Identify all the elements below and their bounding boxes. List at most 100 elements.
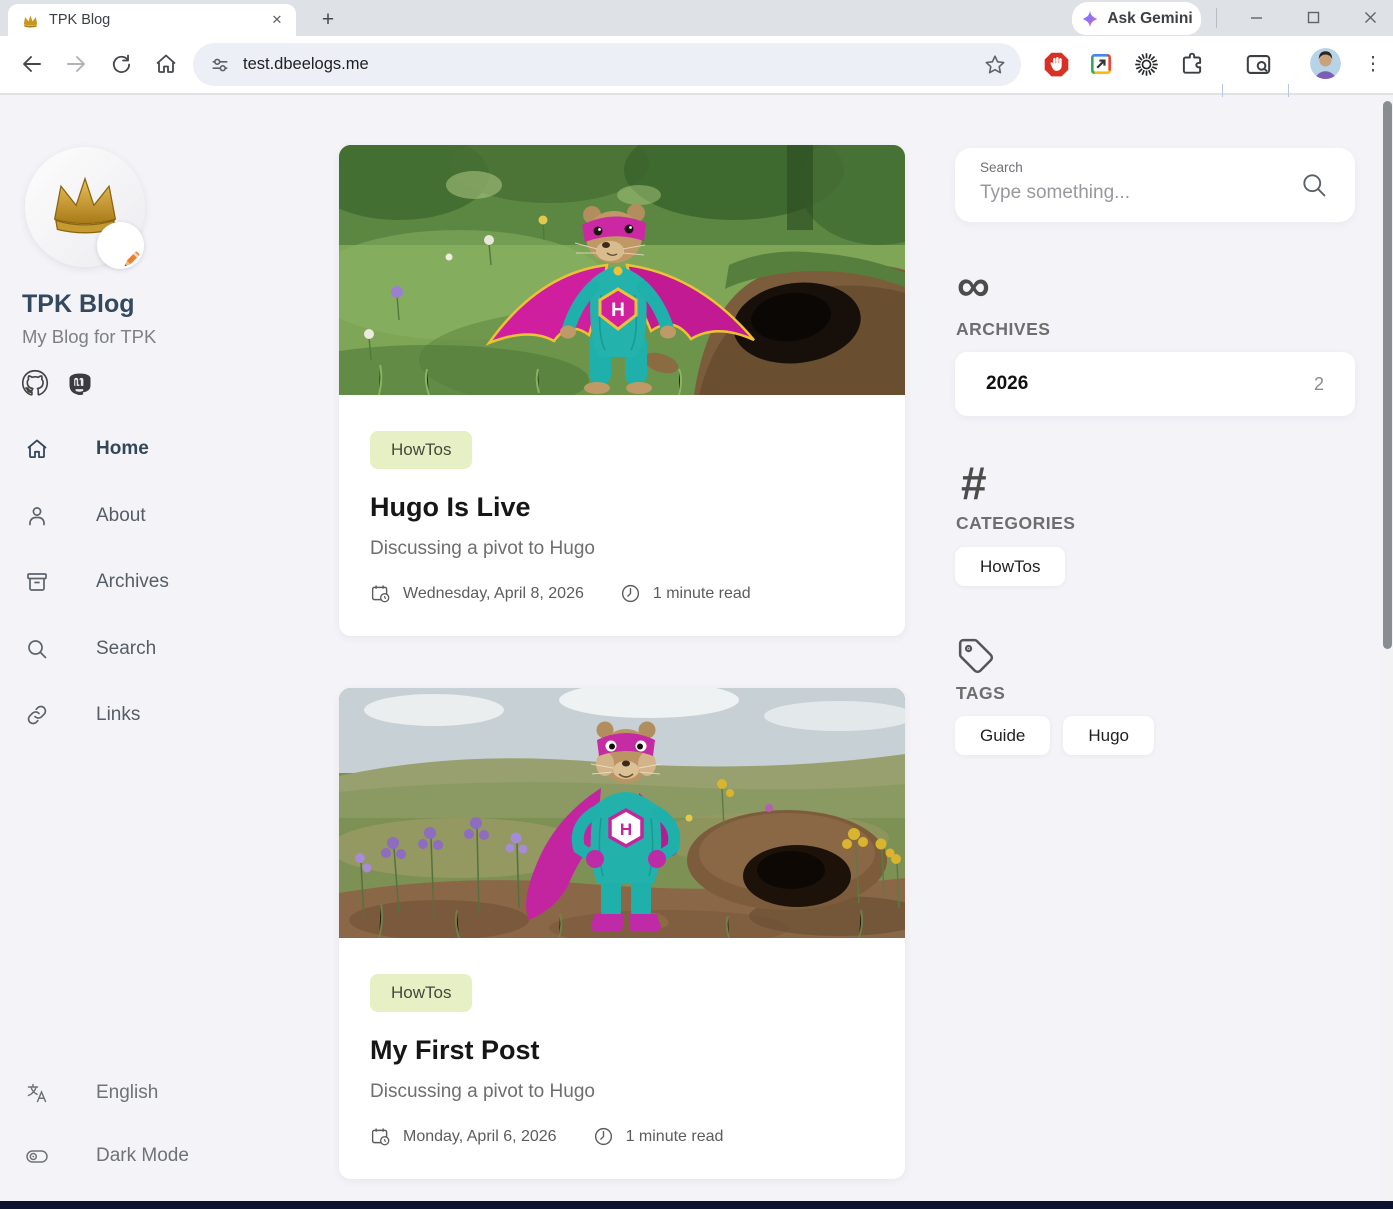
hash-icon: # [961, 461, 987, 505]
profile-avatar[interactable] [1310, 48, 1341, 79]
ask-gemini-button[interactable]: Ask Gemini [1072, 2, 1201, 35]
post-hero-image-meadow: H [339, 145, 905, 395]
post-meta: Wednesday, April 8, 2026 1 minute read [370, 583, 874, 604]
category-badge[interactable]: HowTos [370, 974, 472, 1012]
category-chips: HowTos [955, 547, 1065, 586]
page-scrollbar[interactable] [1382, 97, 1393, 1201]
site-settings-icon[interactable] [209, 54, 231, 76]
reload-button[interactable] [101, 44, 141, 84]
svg-text:H: H [620, 820, 632, 839]
pencil-icon [119, 248, 143, 272]
language-switcher[interactable]: English [0, 1076, 300, 1110]
browser-menu-button[interactable]: ⋮ [1360, 46, 1386, 82]
blog-avatar[interactable] [25, 147, 145, 267]
address-bar[interactable]: test.dbeelogs.me [193, 43, 1021, 86]
post-date: Wednesday, April 8, 2026 [403, 585, 584, 603]
search-label: Search [980, 160, 1023, 175]
image-arrow-icon [1088, 51, 1114, 77]
post-title[interactable]: My First Post [370, 1035, 874, 1066]
blog-page: TPK Blog My Blog for TPK Home About Arch… [0, 97, 1393, 1201]
archive-year: 2026 [986, 373, 1314, 395]
post-body: HowTos My First Post Discussing a pivot … [339, 938, 905, 1179]
github-icon[interactable] [21, 369, 49, 397]
minimize-window-button[interactable] [1233, 0, 1279, 34]
sidebar-item-label: Links [96, 704, 140, 726]
post-card[interactable]: H HowTos Hugo Is Live Discussing a pivot… [339, 145, 905, 636]
sidebar-item-label: Archives [96, 571, 169, 593]
person-icon [25, 504, 49, 528]
blog-subtitle: My Blog for TPK [22, 326, 156, 348]
ask-gemini-label: Ask Gemini [1107, 10, 1192, 28]
post-title[interactable]: Hugo Is Live [370, 492, 874, 523]
stop-hand-icon [1043, 51, 1070, 78]
sidebar-item-about[interactable]: About [0, 498, 300, 534]
tag-chip[interactable]: Guide [955, 716, 1050, 755]
close-window-button[interactable] [1347, 0, 1393, 34]
scrollbar-thumb[interactable] [1383, 101, 1392, 649]
crown-favicon-icon [22, 13, 39, 28]
category-badge[interactable]: HowTos [370, 431, 472, 469]
search-input[interactable] [980, 178, 1280, 208]
home-icon [25, 437, 49, 461]
taskbar-edge [0, 1201, 1393, 1209]
post-read-time: 1 minute read [626, 1128, 724, 1146]
browser-tab[interactable]: TPK Blog ✕ [8, 4, 296, 36]
back-arrow-icon [20, 52, 44, 76]
bookmark-star-icon[interactable] [983, 53, 1007, 77]
calendar-icon [370, 583, 391, 604]
sidebar-item-links[interactable]: Links [0, 697, 300, 733]
close-tab-icon[interactable]: ✕ [268, 11, 286, 29]
search-icon [25, 637, 49, 661]
home-button[interactable] [146, 44, 186, 84]
side-panel-search-icon [1245, 51, 1272, 78]
browser-toolbar: test.dbeelogs.me ⋮ [0, 36, 1393, 95]
search-icon[interactable] [1300, 171, 1328, 199]
url-text[interactable]: test.dbeelogs.me [243, 55, 983, 74]
translate-icon [25, 1081, 49, 1105]
sidebar-item-label: About [96, 505, 146, 527]
sidebar-item-archives[interactable]: Archives [0, 564, 300, 600]
post-card[interactable]: H HowTos My First Post Discussing a pivo… [339, 688, 905, 1179]
blog-title: TPK Blog [22, 290, 135, 319]
maximize-window-button[interactable] [1290, 0, 1336, 34]
post-meta: Monday, April 6, 2026 1 minute read [370, 1126, 874, 1147]
search-widget[interactable]: Search [955, 148, 1355, 222]
sidebar-item-label: Search [96, 638, 156, 660]
tab-strip: TPK Blog ✕ + Ask Gemini [0, 0, 1393, 36]
svg-text:H: H [611, 300, 625, 321]
extensions-menu-button[interactable] [1174, 46, 1210, 82]
burst-icon [1133, 51, 1160, 78]
social-links [21, 369, 94, 397]
post-date: Monday, April 6, 2026 [403, 1128, 557, 1146]
tag-chips: Guide Hugo [955, 716, 1154, 755]
post-read-time: 1 minute read [653, 585, 751, 603]
link-icon [25, 703, 49, 727]
clock-icon [620, 583, 641, 604]
post-body: HowTos Hugo Is Live Discussing a pivot t… [339, 395, 905, 636]
mastodon-icon[interactable] [66, 369, 94, 397]
forward-button[interactable] [56, 44, 96, 84]
tags-heading: TAGS [956, 683, 1005, 704]
tag-icon [957, 637, 995, 675]
home-toolbar-icon [154, 52, 178, 76]
edit-avatar-button[interactable] [97, 222, 144, 269]
archive-year-item[interactable]: 2026 2 [955, 352, 1355, 416]
sidebar-item-home[interactable]: Home [0, 431, 300, 467]
language-label: English [96, 1082, 158, 1104]
tab-title: TPK Blog [49, 12, 268, 28]
post-hero-image-prairie: H [339, 688, 905, 938]
dark-mode-toggle[interactable]: Dark Mode [0, 1139, 300, 1173]
sidebar-item-search[interactable]: Search [0, 631, 300, 667]
categories-heading: CATEGORIES [956, 513, 1075, 534]
side-panel-search-button[interactable] [1240, 46, 1276, 82]
spinner-extension-button[interactable] [1128, 46, 1164, 82]
image-extension-button[interactable] [1083, 46, 1119, 82]
reload-icon [110, 53, 133, 76]
tag-chip[interactable]: Hugo [1063, 716, 1154, 755]
category-chip[interactable]: HowTos [955, 547, 1065, 586]
back-button[interactable] [12, 44, 52, 84]
archives-heading: ARCHIVES [956, 319, 1050, 340]
adblock-extension-button[interactable] [1038, 46, 1074, 82]
new-tab-button[interactable]: + [314, 6, 342, 34]
toggle-icon [25, 1144, 49, 1168]
